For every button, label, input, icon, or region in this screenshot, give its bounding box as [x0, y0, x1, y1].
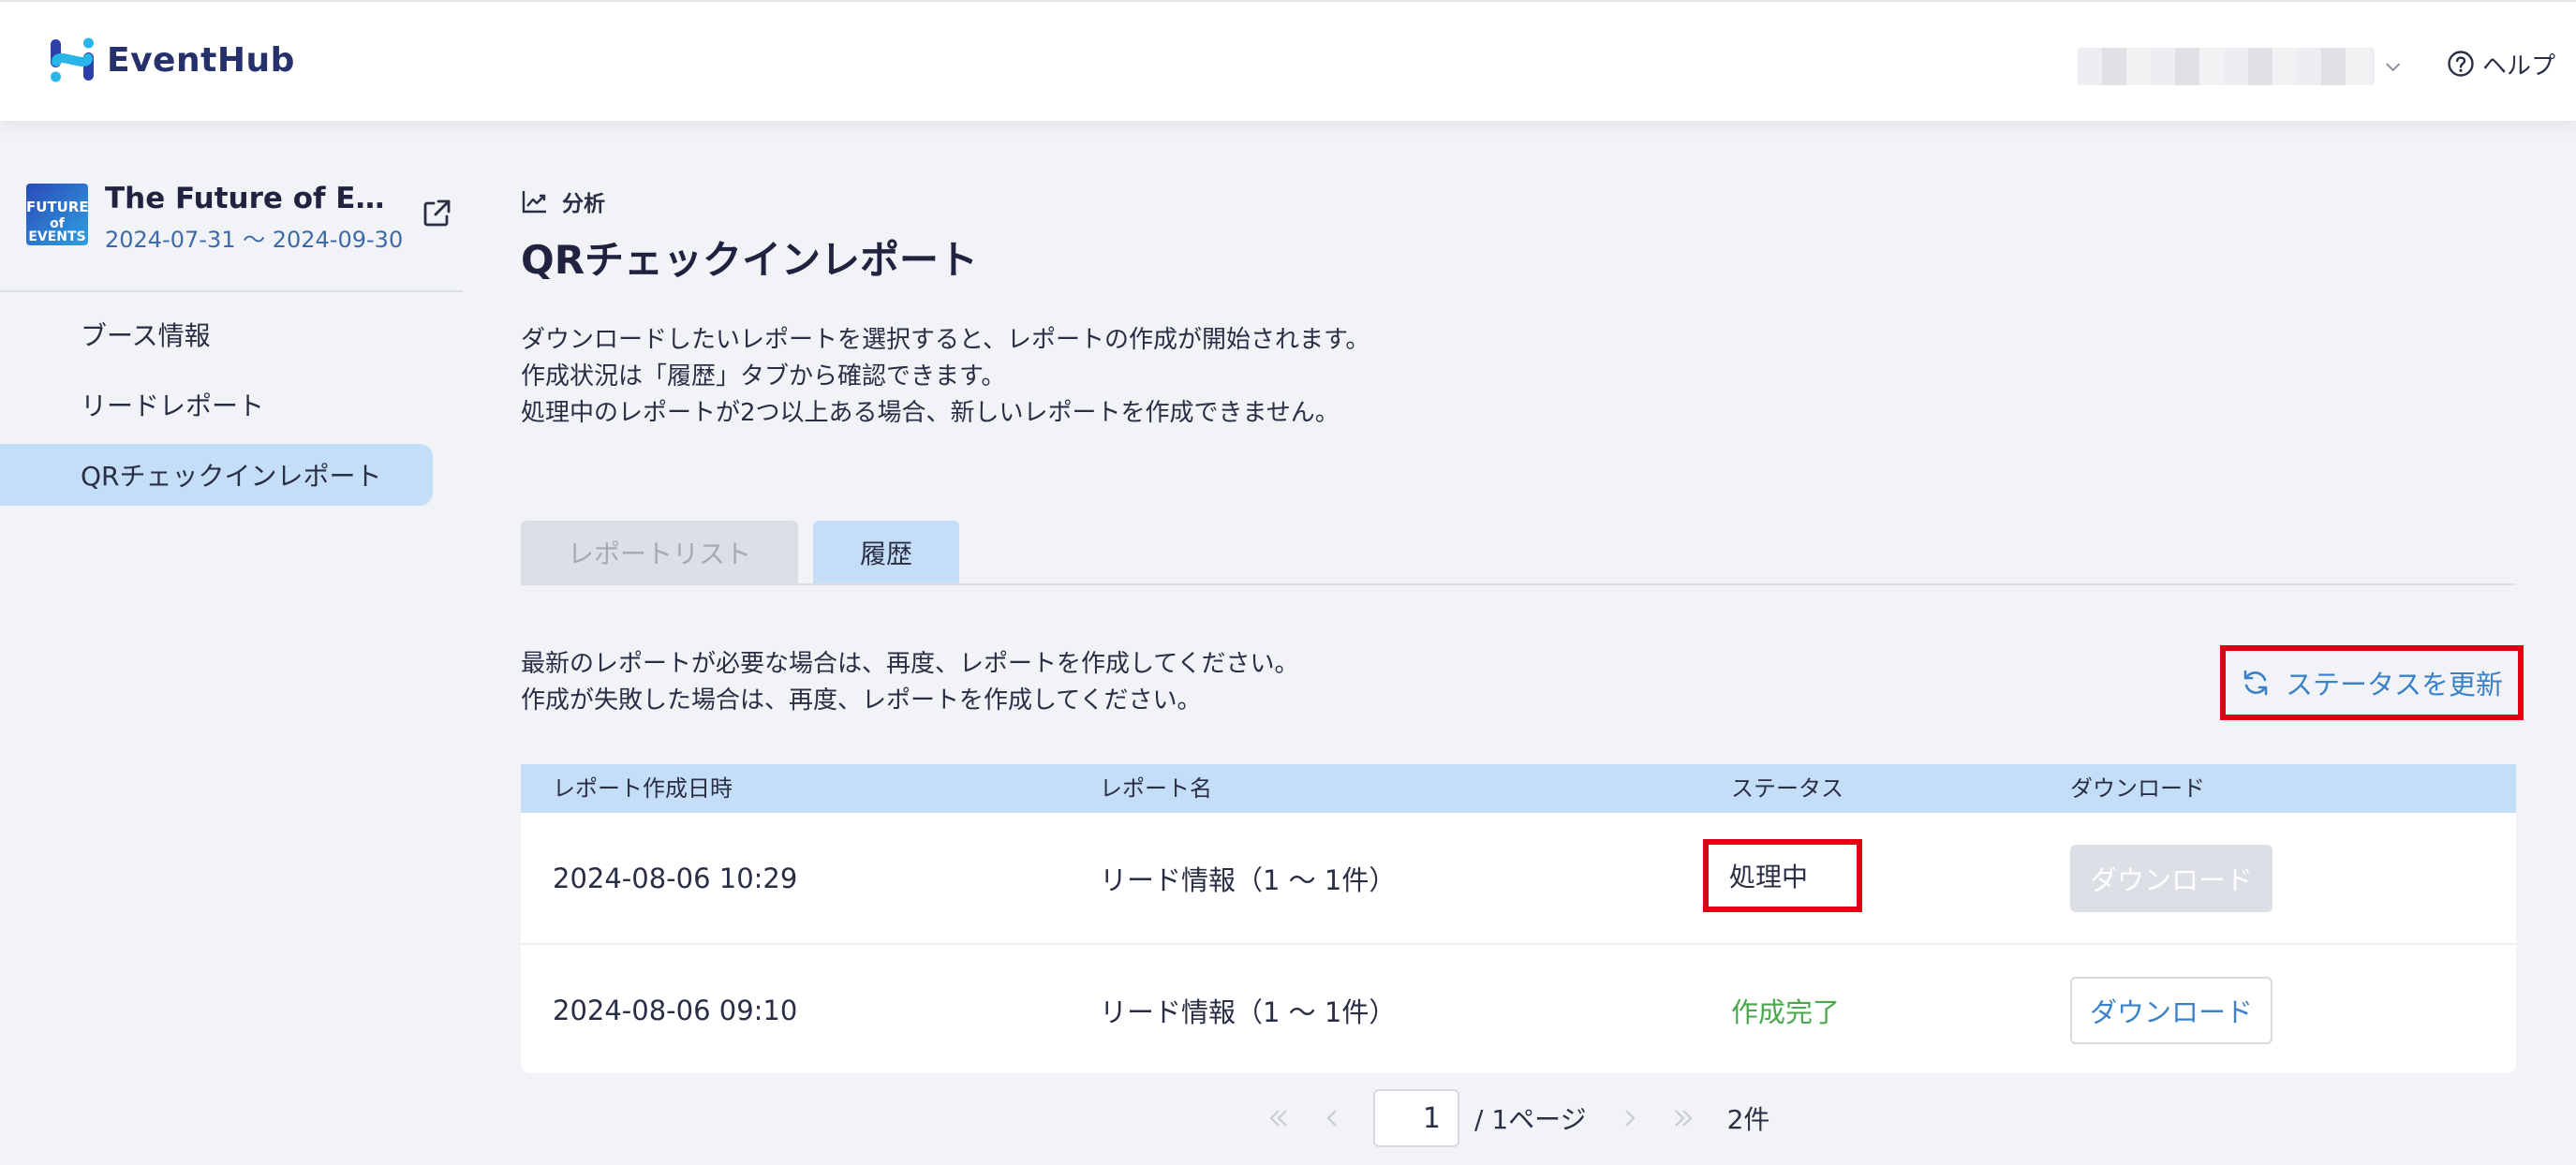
- notice-line: 最新のレポートが必要な場合は、再度、レポートを作成してください。: [521, 650, 1299, 678]
- pagination: / 1ページ 2件: [1265, 1089, 1769, 1147]
- cell-report-name: リード情報（1 〜 1件）: [1100, 863, 1397, 896]
- sidebar-item-booth-info[interactable]: ブース情報: [0, 303, 433, 365]
- first-page-icon[interactable]: [1265, 1104, 1293, 1132]
- account-name-redacted: [2078, 48, 2375, 85]
- external-link-icon[interactable]: [420, 197, 453, 230]
- next-page-icon[interactable]: [1615, 1104, 1643, 1132]
- event-title: The Future of Events: [105, 182, 401, 215]
- app-name: EventHub: [107, 40, 295, 80]
- column-header-status: ステータス: [1731, 775, 1843, 802]
- event-thumbnail: FUTURE of EVENTS: [26, 184, 88, 245]
- status-badge-complete: 作成完了: [1731, 995, 1841, 1028]
- history-notice: 最新のレポートが必要な場合は、再度、レポートを作成してください。 作成が失敗した…: [521, 646, 1298, 719]
- refresh-icon: [2243, 670, 2268, 696]
- event-dates: 2024-07-31 〜 2024-09-30: [105, 227, 404, 253]
- total-count: 2件: [1726, 1104, 1770, 1135]
- download-button[interactable]: ダウンロード: [2070, 976, 2273, 1044]
- intro-line: 処理中のレポートが2つ以上ある場合、新しいレポートを作成できません。: [521, 399, 1340, 427]
- breadcrumb-label: 分析: [562, 192, 605, 216]
- event-thumbnail-text: FUTURE: [26, 199, 88, 215]
- cell-created-at: 2024-08-06 09:10: [553, 994, 798, 1026]
- last-page-icon[interactable]: [1669, 1104, 1697, 1132]
- intro-line: 作成状況は「履歴」タブから確認できます。: [521, 362, 1006, 391]
- cell-status: 作成完了: [1731, 945, 1840, 1073]
- event-card: FUTURE of EVENTS The Future of Events 20…: [26, 182, 451, 253]
- help-link[interactable]: ヘルプ: [2447, 47, 2555, 81]
- page-intro: ダウンロードしたいレポートを選択すると、レポートの作成が開始されます。 作成状況…: [521, 322, 1369, 432]
- app-logo[interactable]: EventHub: [49, 36, 295, 84]
- report-tabs: レポートリスト 履歴: [521, 521, 974, 584]
- report-history-table: レポート作成日時 レポート名 ステータス ダウンロード 2024-08-06 1…: [521, 764, 2516, 1073]
- cell-created-at: 2024-08-06 10:29: [553, 862, 798, 894]
- notice-line: 作成が失敗した場合は、再度、レポートを作成してください。: [521, 686, 1202, 715]
- page-count-label: / 1ページ: [1474, 1104, 1587, 1135]
- download-button-disabled[interactable]: ダウンロード: [2070, 844, 2273, 912]
- tabs-divider: [521, 583, 2516, 585]
- help-circle-icon: [2448, 51, 2474, 77]
- sidebar-item-qr-checkin-report[interactable]: QRチェックインレポート: [0, 444, 433, 506]
- column-header-download: ダウンロード: [2070, 775, 2205, 802]
- eventhub-logo-icon: [51, 37, 94, 82]
- chart-line-icon: [522, 191, 546, 214]
- breadcrumb: 分析: [521, 185, 605, 217]
- previous-page-icon[interactable]: [1319, 1104, 1347, 1132]
- sidebar-divider: [0, 290, 463, 292]
- top-header: EventHub ヘルプ: [0, 0, 2576, 121]
- cell-download: ダウンロード: [2070, 945, 2273, 1073]
- cell-report-name: リード情報（1 〜 1件）: [1100, 995, 1397, 1028]
- tab-report-list[interactable]: レポートリスト: [521, 521, 799, 584]
- column-header-created-at: レポート作成日時: [553, 775, 733, 802]
- event-thumbnail-subtext: of EVENTS: [28, 216, 86, 244]
- table-row: 2024-08-06 10:29 リード情報（1 〜 1件） ダウンロード: [521, 813, 2516, 943]
- refresh-status-label: ステータスを更新: [2285, 669, 2503, 700]
- table-row: 2024-08-06 09:10 リード情報（1 〜 1件） 作成完了 ダウンロ…: [521, 943, 2516, 1073]
- refresh-status-button[interactable]: ステータスを更新: [2220, 645, 2524, 720]
- page-number-input[interactable]: [1373, 1089, 1459, 1147]
- status-badge-processing: 処理中: [1703, 839, 1862, 912]
- table-header-row: レポート作成日時 レポート名 ステータス ダウンロード: [521, 764, 2516, 813]
- account-menu[interactable]: [2078, 47, 2406, 86]
- intro-line: ダウンロードしたいレポートを選択すると、レポートの作成が開始されます。: [521, 326, 1370, 354]
- sidebar-item-lead-report[interactable]: リードレポート: [0, 374, 433, 435]
- chevron-down-icon: [2385, 63, 2400, 72]
- tab-history[interactable]: 履歴: [813, 521, 960, 584]
- page-title: QRチェックインレポート: [521, 237, 979, 283]
- help-label: ヘルプ: [2482, 52, 2556, 81]
- column-header-report-name: レポート名: [1100, 775, 1212, 802]
- cell-download: ダウンロード: [2070, 813, 2273, 943]
